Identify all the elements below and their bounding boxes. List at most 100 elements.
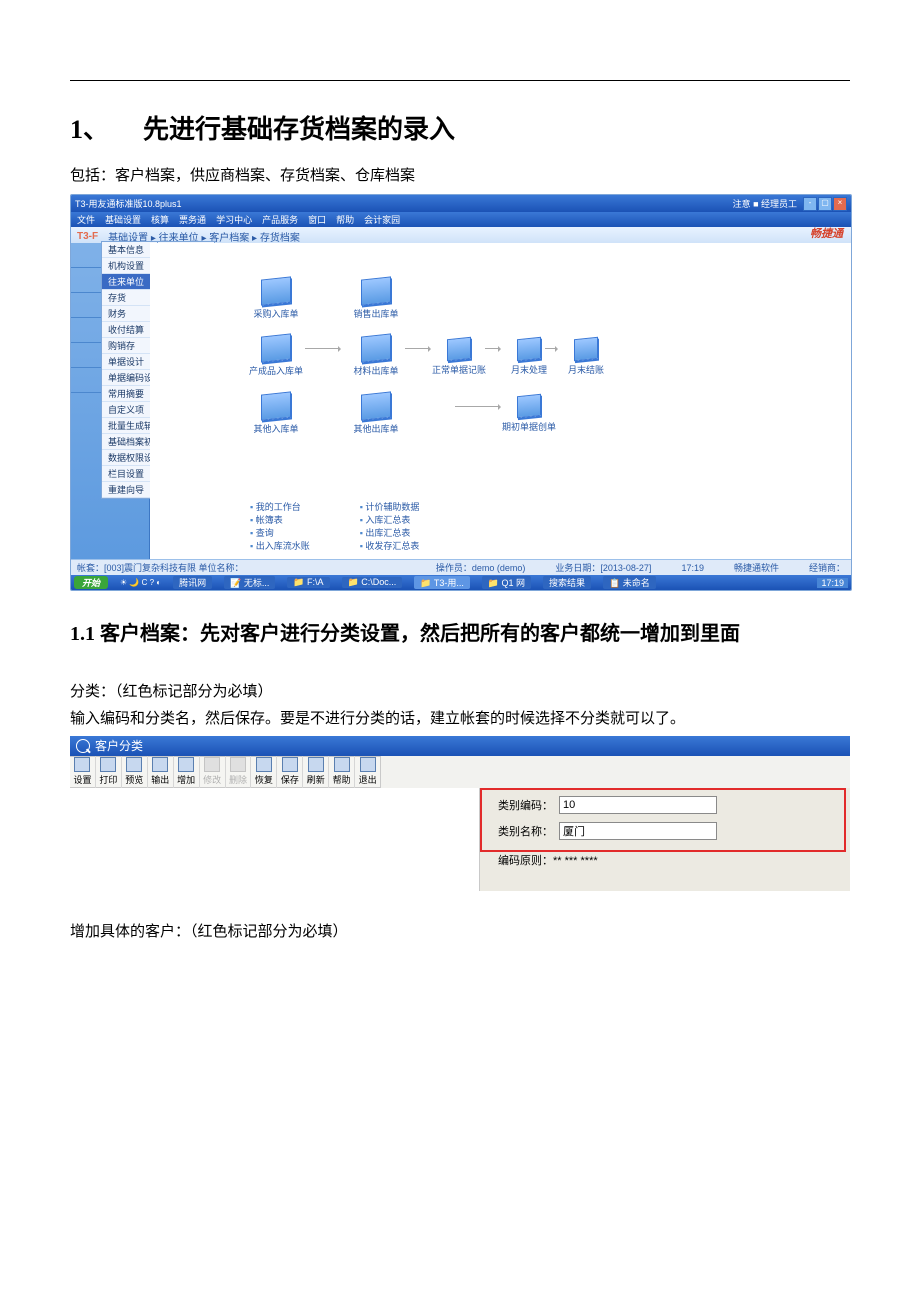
toolbar-undo-button[interactable]: 恢复 bbox=[251, 756, 277, 788]
menu-item[interactable]: 票务通 bbox=[179, 213, 206, 226]
status-date: 业务日期：[2013-08-27] bbox=[555, 561, 651, 574]
toolbar-save-button[interactable]: 保存 bbox=[277, 756, 303, 788]
flow-arrow-icon bbox=[485, 348, 500, 349]
add-icon bbox=[178, 757, 194, 772]
quick-link[interactable]: 出入库流水账 bbox=[250, 539, 310, 552]
menu-item[interactable]: 学习中心 bbox=[216, 213, 252, 226]
toolbar-exit-button[interactable]: 退出 bbox=[355, 756, 380, 788]
product-badge: T3-F bbox=[77, 231, 98, 242]
record-icon bbox=[447, 337, 471, 362]
flow-arrow-icon bbox=[405, 348, 430, 349]
taskbar-item[interactable]: 📁 C:\Doc... bbox=[342, 577, 403, 588]
toolbar-preview-button[interactable]: 预览 bbox=[122, 756, 148, 788]
toolbar-print-button[interactable]: 打印 bbox=[96, 756, 122, 788]
flow-node[interactable]: 期初单据创单 bbox=[498, 395, 560, 433]
flow-node[interactable]: 产成品入库单 bbox=[245, 335, 307, 377]
heading-number: 1、 bbox=[70, 115, 109, 144]
dialog-titlebar[interactable]: 客户分类 bbox=[70, 736, 850, 756]
menu-item[interactable]: 窗口 bbox=[308, 213, 326, 226]
status-operator: 操作员：demo (demo) bbox=[436, 561, 526, 574]
flow-node[interactable]: 材料出库单 bbox=[345, 335, 407, 377]
flow-node[interactable]: 采购入库单 bbox=[245, 278, 307, 320]
menu-item[interactable]: 产品服务 bbox=[262, 213, 298, 226]
flow-node[interactable]: 其他入库单 bbox=[245, 393, 307, 435]
toolbar-help-button[interactable]: 帮助 bbox=[329, 756, 355, 788]
status-time: 17:19 bbox=[681, 563, 704, 573]
help-icon bbox=[334, 757, 350, 772]
exit-icon bbox=[360, 757, 376, 772]
flow-node[interactable]: 销售出库单 bbox=[345, 278, 407, 320]
quick-link[interactable]: 我的工作台 bbox=[250, 500, 310, 513]
toolbar-add-button[interactable]: 增加 bbox=[174, 756, 200, 788]
print-icon bbox=[100, 757, 116, 772]
minimize-button[interactable]: - bbox=[803, 197, 817, 211]
status-brand: 畅捷通软件 bbox=[734, 561, 779, 574]
taskbar-item[interactable]: 📁 T3-用... bbox=[414, 576, 470, 589]
flow-arrow-icon bbox=[455, 406, 500, 407]
flow-label: 销售出库单 bbox=[353, 309, 398, 319]
toolbar-edit-button: 修改 bbox=[200, 756, 226, 788]
menu-item[interactable]: 会计家园 bbox=[364, 213, 400, 226]
window-titlebar[interactable]: T3-用友通标准版10.8plus1 注意 ■ 经理员工 - ▢ × bbox=[71, 195, 851, 212]
status-dealer: 经销商： bbox=[809, 561, 845, 574]
flow-node[interactable]: 月末处理 bbox=[498, 338, 560, 376]
quick-link[interactable]: 计价辅助数据 bbox=[360, 500, 420, 513]
maximize-button[interactable]: ▢ bbox=[818, 197, 832, 211]
menubar: 文件 基础设置 核算 票务通 学习中心 产品服务 窗口 帮助 会计家园 bbox=[71, 212, 851, 227]
taskbar-item[interactable]: 📁 Q1 网 bbox=[482, 576, 531, 589]
quick-link[interactable]: 帐簿表 bbox=[250, 513, 310, 526]
heading-text: 先进行基础存货档案的录入 bbox=[143, 115, 455, 144]
flow-node[interactable]: 其他出库单 bbox=[345, 393, 407, 435]
delete-icon bbox=[230, 757, 246, 772]
workflow-canvas: 采购入库单 销售出库单 产成品入库单 材料出库单 正常单据记账 月末处理 月末结… bbox=[150, 243, 851, 560]
quick-link[interactable]: 入库汇总表 bbox=[360, 513, 420, 526]
brand-logo: 畅捷通 bbox=[810, 225, 843, 241]
quick-links: 我的工作台 帐簿表 查询 出入库流水账 计价辅助数据 入库汇总表 出库汇总表 收… bbox=[250, 500, 419, 552]
lead-paragraph: 包括：客户档案，供应商档案、存货档案、仓库档案 bbox=[70, 164, 850, 188]
start-button[interactable]: 开始 bbox=[74, 576, 108, 589]
tray-clock[interactable]: 17:19 bbox=[817, 578, 848, 588]
flow-label: 其他入库单 bbox=[253, 424, 298, 434]
taskbar-item[interactable]: 腾讯网 bbox=[173, 576, 212, 589]
edit-icon bbox=[204, 757, 220, 772]
taskbar-item[interactable]: 📁 F:\A bbox=[287, 577, 329, 588]
section-heading: 1、 先进行基础存货档案的录入 bbox=[70, 109, 850, 146]
flow-node[interactable]: 月末结账 bbox=[555, 338, 617, 376]
toolbar-refresh-button[interactable]: 刷新 bbox=[303, 756, 329, 788]
menu-item[interactable]: 核算 bbox=[151, 213, 169, 226]
document-icon bbox=[261, 333, 291, 362]
paragraph: 增加具体的客户：（红色标记部分为必填） bbox=[70, 921, 850, 944]
sub-heading: 1.1 客户档案：先对客户进行分类设置，然后把所有的客户都统一增加到里面 bbox=[70, 611, 850, 657]
menu-item[interactable]: 文件 bbox=[77, 213, 95, 226]
save-icon bbox=[282, 757, 298, 772]
flow-node[interactable]: 正常单据记账 bbox=[428, 338, 490, 376]
toolbar: 设置 打印 预览 输出 增加 修改 删除 恢复 保存 刷新 帮助 退出 bbox=[70, 756, 850, 789]
document-icon bbox=[361, 391, 391, 420]
flow-label: 采购入库单 bbox=[253, 309, 298, 319]
taskbar-item[interactable]: 📋 未命名 bbox=[603, 576, 656, 589]
quick-link[interactable]: 出库汇总表 bbox=[360, 526, 420, 539]
document-icon bbox=[361, 276, 391, 305]
toolbar-settings-button[interactable]: 设置 bbox=[70, 756, 96, 788]
preview-icon bbox=[126, 757, 142, 772]
taskbar-item[interactable]: 📝 无标... bbox=[224, 576, 275, 589]
flow-label: 产成品入库单 bbox=[249, 366, 303, 376]
app-screenshot-2: 客户分类 设置 打印 预览 输出 增加 修改 删除 恢复 保存 刷新 帮助 退出… bbox=[70, 736, 850, 891]
document-icon bbox=[261, 276, 291, 305]
quick-link[interactable]: 收发存汇总表 bbox=[360, 539, 420, 552]
tree-pane[interactable] bbox=[70, 788, 480, 891]
form-pane: 类别编码： 类别名称： 编码原则：** *** **** bbox=[480, 788, 850, 891]
flow-label: 其他出库单 bbox=[353, 424, 398, 434]
close-button[interactable]: × bbox=[833, 197, 847, 211]
export-icon bbox=[152, 757, 168, 772]
undo-icon bbox=[256, 757, 272, 772]
refresh-icon bbox=[308, 757, 324, 772]
quick-link[interactable]: 查询 bbox=[250, 526, 310, 539]
flow-arrow-icon bbox=[545, 348, 557, 349]
sidebar: 基本信息 机构设置 往来单位 存货 财务 收付结算 购销存 单据设计 单据编码设… bbox=[71, 243, 150, 560]
flow-label: 正常单据记账 bbox=[432, 365, 486, 375]
toolbar-export-button[interactable]: 输出 bbox=[148, 756, 174, 788]
menu-item[interactable]: 基础设置 bbox=[105, 213, 141, 226]
menu-item[interactable]: 帮助 bbox=[336, 213, 354, 226]
taskbar-item[interactable]: 搜索结果 bbox=[543, 576, 591, 589]
